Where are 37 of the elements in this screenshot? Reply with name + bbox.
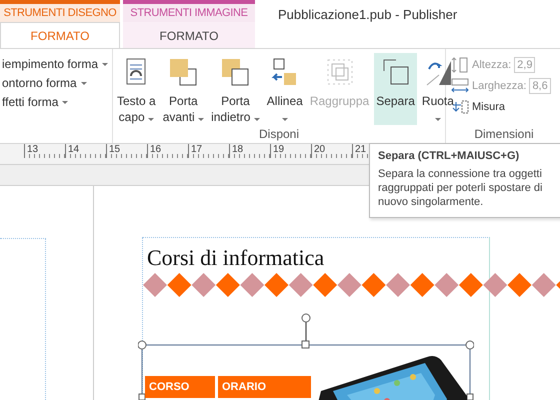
group-label: Dimensioni [473, 127, 535, 143]
ruler-number: 20 [311, 144, 352, 158]
window-title: Pubblicazione1.pub - Publisher [278, 7, 458, 24]
ribbon-button[interactable]: Ruota [420, 53, 456, 125]
menu-button[interactable]: iempimento forma [2, 57, 108, 71]
ruler-number: 16 [147, 144, 188, 158]
ungroup-icon [380, 57, 411, 87]
menu-button[interactable]: ffetti forma [2, 95, 108, 109]
ribbon-button[interactable]: Testo a capo [115, 53, 158, 125]
ruler-number: 18 [229, 144, 270, 158]
tooltip-text: Separa la connessione tra oggetti raggruppati per poterli spostare di nuovo singolarmente. [378, 167, 544, 209]
ruler-number: 17 [188, 144, 229, 158]
ruler-number: 19 [270, 144, 311, 158]
width-icon [451, 78, 469, 94]
height-label: Altezza: [472, 59, 512, 71]
send-backward-icon [220, 57, 250, 87]
ribbon-button[interactable]: Porta avanti [160, 53, 206, 125]
measure-button[interactable]: Misura [472, 101, 506, 113]
document-heading: Corsi di informatica [147, 245, 324, 271]
contextual-tab-group: STRUMENTI IMMAGINE [123, 0, 255, 22]
width-label: Larghezza: [472, 80, 526, 92]
group-label: Disponi [258, 127, 300, 143]
ruler-number: 14 [65, 144, 106, 158]
tooltip-title: Separa (CTRL+MAIUSC+G) [378, 150, 520, 162]
group-icon [324, 57, 354, 87]
ribbon-button[interactable]: Separa [374, 53, 417, 125]
table-header-cell: CORSO [145, 376, 215, 398]
menu-button[interactable]: ontorno forma [2, 76, 108, 90]
ribbon-button[interactable]: Porta indietro [209, 53, 262, 125]
table-header-cell: ORARIO [218, 376, 311, 398]
ribbon-button[interactable]: Allinea [264, 53, 305, 125]
ruler-number: 15 [106, 144, 147, 158]
height-icon [451, 57, 469, 73]
ruler-number: 13 [24, 144, 65, 158]
selection-frame[interactable] [138, 312, 474, 400]
bring-forward-icon [168, 57, 198, 87]
ribbon-tab[interactable]: FORMATO [123, 22, 255, 48]
